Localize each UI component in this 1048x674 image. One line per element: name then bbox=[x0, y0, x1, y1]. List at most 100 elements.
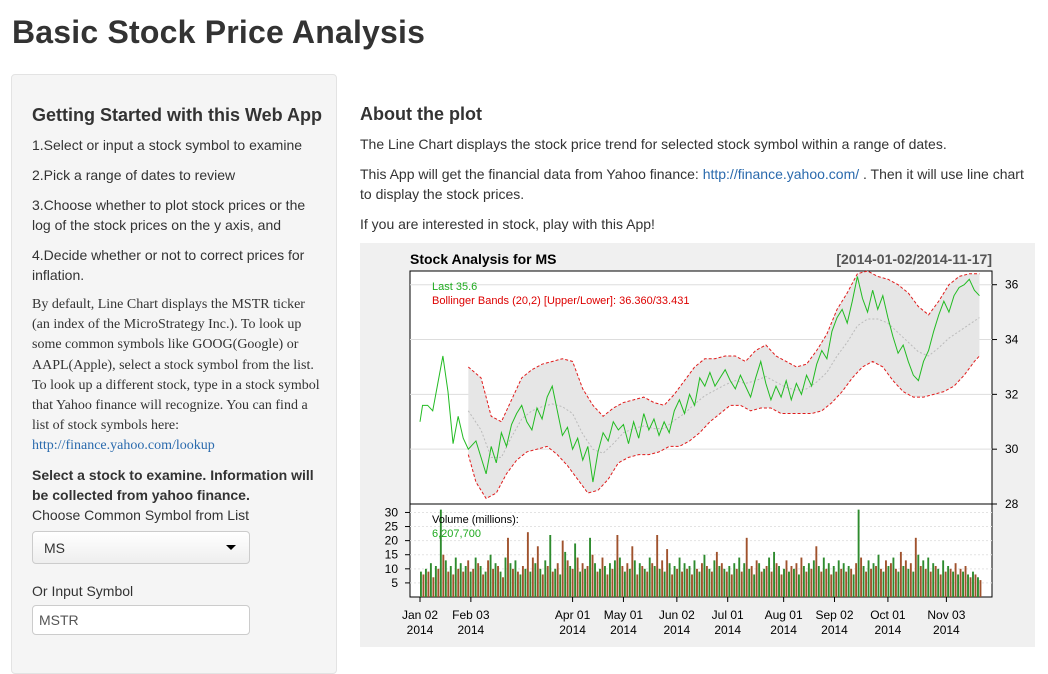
volume-bar bbox=[569, 566, 572, 597]
volume-bar bbox=[447, 571, 450, 597]
volume-bar bbox=[564, 551, 567, 597]
volume-bar bbox=[549, 535, 552, 597]
price-tick-label: 30 bbox=[1005, 442, 1019, 456]
volume-bar bbox=[494, 563, 497, 597]
volume-bar bbox=[939, 574, 942, 597]
volume-bar bbox=[442, 554, 445, 597]
volume-bar bbox=[765, 566, 768, 597]
volume-bar bbox=[740, 571, 743, 597]
last-price-label: Last 35.6 bbox=[432, 281, 477, 293]
volume-bar bbox=[487, 560, 490, 597]
page-title: Basic Stock Price Analysis bbox=[12, 14, 426, 50]
volume-bar bbox=[718, 566, 721, 597]
volume-bar bbox=[877, 554, 880, 597]
sidebar-panel: Getting Started with this Web App 1.Sele… bbox=[11, 74, 337, 674]
volume-bar bbox=[847, 566, 850, 597]
volume-bar bbox=[628, 568, 631, 597]
volume-bar bbox=[837, 560, 840, 597]
volume-bar bbox=[904, 560, 907, 597]
date-tick-year: 2014 bbox=[933, 623, 960, 637]
volume-bar bbox=[648, 557, 651, 597]
volume-bar bbox=[892, 557, 895, 597]
volume-bar bbox=[857, 509, 860, 597]
volume-bar bbox=[457, 568, 460, 597]
common-symbol-label: Choose Common Symbol from List bbox=[32, 507, 250, 523]
volume-bar bbox=[531, 557, 534, 597]
volume-bar bbox=[710, 571, 713, 597]
volume-bar bbox=[452, 574, 455, 597]
volume-bar bbox=[755, 560, 758, 597]
volume-bar bbox=[601, 557, 604, 597]
volume-bar bbox=[914, 537, 917, 597]
volume-bar bbox=[594, 563, 596, 597]
date-tick-label: Feb 03 bbox=[452, 608, 490, 622]
volume-bar bbox=[464, 566, 467, 597]
symbol-input[interactable] bbox=[32, 605, 250, 635]
volume-bar bbox=[773, 551, 776, 597]
volume-bar bbox=[845, 571, 848, 597]
volume-bar bbox=[942, 560, 945, 597]
date-tick-label: Sep 02 bbox=[815, 608, 853, 622]
volume-bar bbox=[962, 571, 964, 597]
volume-tick-label: 5 bbox=[391, 576, 398, 590]
volume-bar bbox=[613, 560, 616, 597]
date-tick-label: Apr 01 bbox=[555, 608, 591, 622]
price-tick-label: 32 bbox=[1005, 387, 1019, 401]
volume-bar bbox=[743, 563, 746, 597]
price-tick-label: 28 bbox=[1005, 497, 1019, 511]
volume-bar bbox=[907, 568, 910, 597]
volume-bar bbox=[636, 574, 639, 597]
volume-bar bbox=[768, 557, 771, 597]
volume-bar bbox=[432, 577, 435, 597]
volume-bar bbox=[437, 568, 440, 597]
caret-down-icon bbox=[226, 545, 236, 550]
volume-bar bbox=[671, 574, 674, 597]
volume-bar bbox=[922, 560, 925, 597]
common-symbol-select[interactable]: MS bbox=[32, 531, 250, 564]
stock-chart: Stock Analysis for MS [2014-01-02/2014-1… bbox=[360, 243, 1035, 647]
volume-bar bbox=[852, 574, 855, 597]
volume-bar bbox=[472, 568, 475, 597]
volume-bar bbox=[502, 577, 504, 597]
volume-bar bbox=[626, 563, 629, 597]
volume-bar bbox=[524, 568, 527, 597]
date-tick-year: 2014 bbox=[875, 623, 902, 637]
volume-bar bbox=[725, 571, 728, 597]
volume-bar bbox=[434, 566, 437, 597]
lookup-link[interactable]: http://finance.yahoo.com/lookup bbox=[32, 438, 215, 453]
volume-bar bbox=[924, 568, 927, 597]
volume-bar bbox=[621, 566, 624, 597]
volume-bar bbox=[974, 574, 977, 597]
volume-bar bbox=[608, 563, 611, 597]
volume-bar bbox=[967, 574, 969, 597]
volume-bar bbox=[422, 574, 425, 597]
volume-bar bbox=[788, 571, 790, 597]
volume-bar bbox=[539, 568, 542, 597]
volume-bar bbox=[512, 568, 514, 597]
volume-bar bbox=[949, 568, 952, 597]
volume-bar bbox=[887, 566, 890, 597]
date-tick-year: 2014 bbox=[610, 623, 637, 637]
volume-bar bbox=[817, 566, 820, 597]
volume-bar bbox=[909, 563, 912, 597]
volume-bar bbox=[832, 566, 835, 597]
volume-bar bbox=[738, 557, 741, 597]
volume-bar bbox=[507, 537, 509, 597]
volume-bar bbox=[827, 563, 830, 597]
volume-bar bbox=[482, 574, 485, 597]
volume-tick-label: 30 bbox=[385, 505, 399, 519]
volume-bar bbox=[862, 566, 865, 597]
volume-bar bbox=[516, 571, 519, 597]
yahoo-finance-link[interactable]: http://finance.yahoo.com/ bbox=[703, 166, 859, 182]
volume-bar bbox=[591, 554, 594, 597]
volume-bar bbox=[952, 571, 955, 597]
volume-bar bbox=[867, 560, 870, 597]
volume-bar bbox=[643, 568, 646, 597]
volume-bar bbox=[840, 568, 843, 597]
volume-bar bbox=[497, 566, 499, 597]
volume-bar bbox=[589, 537, 591, 597]
volume-bar bbox=[748, 568, 751, 597]
volume-bar bbox=[802, 566, 805, 597]
volume-tick-label: 10 bbox=[385, 562, 399, 576]
volume-bar bbox=[556, 563, 559, 597]
